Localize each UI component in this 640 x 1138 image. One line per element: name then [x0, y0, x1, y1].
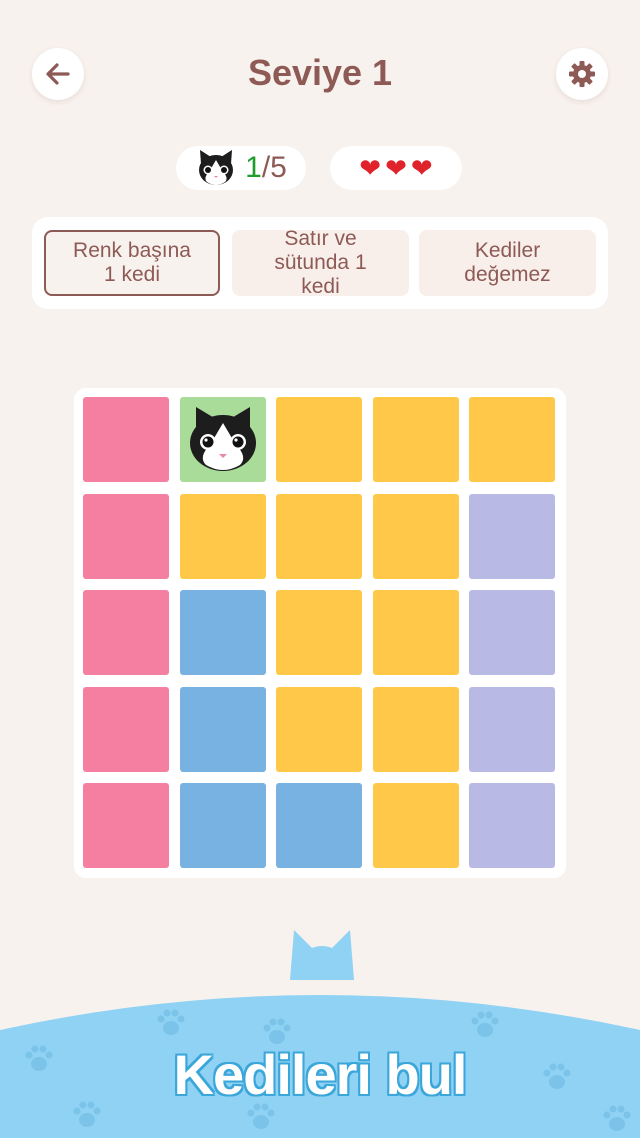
board-cell-r3-c1[interactable] [179, 686, 266, 772]
gear-icon [569, 61, 595, 87]
board-cell-r1-c0[interactable] [83, 493, 169, 579]
cat-face-icon [199, 150, 234, 185]
board-cell-r3-c4[interactable] [469, 686, 555, 772]
heart-icon: ❤ [385, 153, 407, 183]
board-cell-r0-c1[interactable] [179, 397, 266, 482]
board-cell-r2-c3[interactable] [372, 590, 459, 675]
heart-icon: ❤ [359, 153, 382, 183]
cats-total-value: /5 [261, 151, 287, 184]
board-cell-r2-c4[interactable] [469, 590, 555, 675]
rule-one-cat-per-row-column[interactable]: Satır ve sütunda 1 kedi [232, 230, 409, 296]
board-cell-r0-c0[interactable] [83, 397, 169, 482]
heart-icon: ❤ [410, 153, 433, 183]
board-cell-r1-c1[interactable] [179, 493, 266, 579]
paw-print-icon [603, 1105, 631, 1131]
board-cell-r2-c1[interactable] [179, 590, 266, 675]
lives-indicator: ❤ ❤ ❤ [330, 146, 462, 190]
board-cell-r0-c2[interactable] [276, 397, 362, 482]
board-cell-r2-c2[interactable] [276, 590, 362, 675]
board-cell-r0-c4[interactable] [469, 397, 555, 482]
paw-print-icon [471, 1011, 499, 1037]
rule-label: Renk başına 1 kedi [73, 239, 191, 286]
rule-cats-cannot-touch[interactable]: Kediler değemez [419, 230, 596, 296]
rules-panel: Renk başına 1 kedi Satır ve sütunda 1 ke… [32, 217, 608, 309]
board-cell-r1-c3[interactable] [372, 493, 459, 579]
board-cell-r4-c2[interactable] [276, 783, 362, 868]
cats-found-value: 1 [245, 151, 262, 184]
board-cell-r3-c3[interactable] [372, 686, 459, 772]
board-cell-r1-c2[interactable] [276, 493, 362, 579]
board-cell-r3-c2[interactable] [276, 686, 362, 772]
rule-one-cat-per-color[interactable]: Renk başına 1 kedi [44, 230, 220, 296]
page-title: Seviye 1 [247, 52, 393, 93]
board-cell-r4-c4[interactable] [469, 783, 555, 868]
board-cell-r4-c1[interactable] [179, 783, 266, 868]
cats-found-counter: 1/5 [176, 146, 306, 190]
puzzle-board [74, 388, 566, 878]
top-bar: Seviye 1 [0, 0, 640, 150]
find-cats-caption: Kedileri bul [173, 1043, 468, 1106]
board-cell-r2-c0[interactable] [83, 590, 169, 675]
cat-face-icon [189, 407, 256, 471]
board-cell-r4-c3[interactable] [372, 783, 459, 868]
rule-label: Satır ve sütunda 1 kedi [274, 230, 367, 296]
board-cell-r0-c3[interactable] [372, 397, 459, 482]
paw-print-icon [157, 1009, 185, 1035]
rule-label: Kediler değemez [464, 239, 551, 286]
settings-button[interactable] [556, 48, 608, 100]
board-cell-r3-c0[interactable] [83, 686, 169, 772]
board-cell-r1-c4[interactable] [469, 493, 555, 579]
board-cell-r4-c0[interactable] [83, 783, 169, 868]
